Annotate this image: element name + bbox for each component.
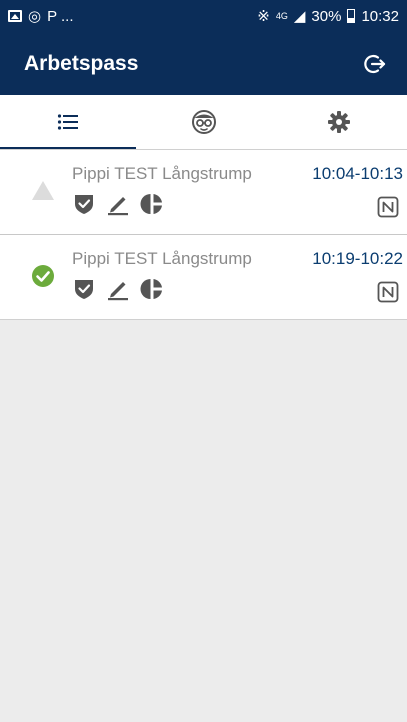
nfc-icon [377, 196, 399, 218]
shift-employee-name: Pippi TEST Långstrump [72, 249, 252, 268]
clock: 10:32 [361, 7, 399, 25]
shift-employee-name: Pippi TEST Långstrump [72, 164, 252, 183]
logout-button[interactable] [359, 49, 389, 79]
sync-notification-icon: ◎ [28, 7, 42, 25]
nfc-icon [377, 281, 399, 303]
shield-check-icon [75, 195, 93, 214]
tab-profile[interactable] [136, 95, 272, 149]
shift-indicator-icons [72, 192, 164, 216]
shift-time: 10:04-10:13 [312, 164, 403, 183]
warning-triangle-icon [32, 181, 54, 200]
shift-row[interactable]: Pippi TEST Långstrump 10:04-10:13 [0, 149, 407, 235]
signal-icon: ◢ [293, 7, 306, 25]
gear-icon [328, 111, 351, 133]
bluetooth-icon: ※ [257, 7, 270, 25]
person-glasses-icon [191, 110, 216, 134]
status-bar: ◎ P ... ※ 4G ◢ 30% 10:32 [0, 0, 407, 32]
list-icon [57, 114, 78, 130]
shift-indicator-icons [72, 277, 164, 301]
signature-pen-icon [108, 197, 128, 216]
status-bar-right: ※ 4G ◢ 30% 10:32 [257, 8, 399, 25]
app-bar: Arbetspass [0, 32, 407, 95]
tab-bar [0, 95, 407, 149]
signature-pen-icon [108, 282, 128, 301]
page-title: Arbetspass [24, 51, 139, 75]
shield-check-icon [75, 280, 93, 299]
battery-icon [347, 9, 356, 23]
shift-time: 10:19-10:22 [312, 249, 403, 268]
gallery-notification-icon [8, 10, 22, 22]
battery-percent: 30% [311, 7, 342, 25]
status-bar-left: ◎ P ... [8, 8, 74, 25]
shift-row[interactable]: Pippi TEST Långstrump 10:19-10:22 [0, 234, 407, 320]
pie-chart-icon [140, 194, 162, 214]
tab-settings[interactable] [271, 95, 407, 149]
pie-chart-icon [140, 279, 162, 299]
check-circle-icon [32, 265, 54, 287]
logout-icon [364, 54, 386, 73]
network-type: 4G [275, 11, 288, 21]
tab-shift-list[interactable] [0, 95, 136, 149]
status-left-text: P ... [47, 7, 74, 25]
shift-list: Pippi TEST Långstrump 10:04-10:13 Pippi … [0, 149, 407, 320]
